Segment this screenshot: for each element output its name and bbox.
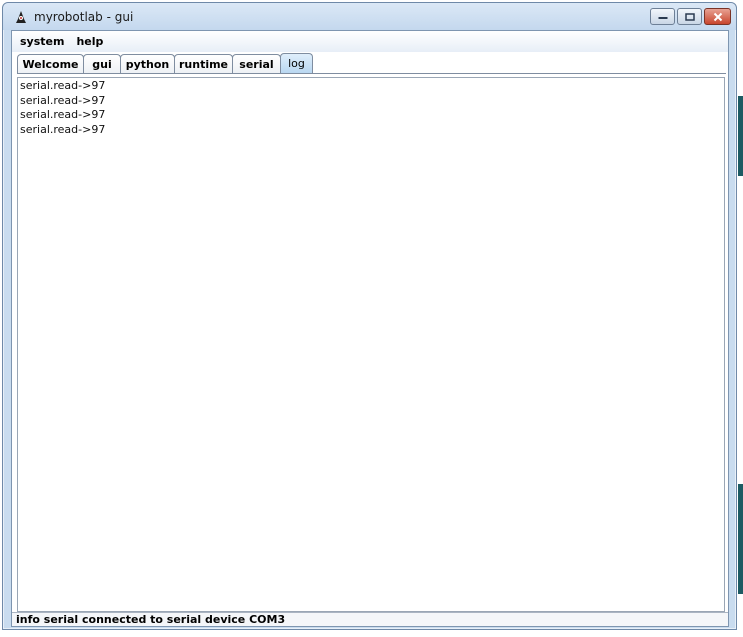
desktop-strip: [738, 484, 743, 594]
tab-python[interactable]: python: [120, 54, 175, 73]
minimize-icon: [658, 16, 667, 19]
app-window: myrobotlab - gui system help Welcome gui…: [2, 2, 737, 630]
tab-runtime[interactable]: runtime: [174, 54, 233, 73]
menu-system[interactable]: system: [20, 35, 64, 48]
menu-help[interactable]: help: [76, 35, 103, 48]
status-bar: info serial connected to serial device C…: [12, 612, 728, 626]
title-bar[interactable]: myrobotlab - gui: [3, 3, 736, 30]
minimize-button[interactable]: [650, 8, 675, 25]
tab-strip: Welcome gui python runtime serial log: [17, 53, 313, 74]
maximize-button[interactable]: [677, 8, 702, 25]
close-icon: [713, 12, 722, 21]
desktop-background: [0, 630, 743, 637]
tab-welcome[interactable]: Welcome: [17, 54, 84, 73]
maximize-icon: [684, 12, 695, 21]
log-line: serial.read->97: [20, 122, 106, 136]
window-title: myrobotlab - gui: [34, 10, 134, 24]
log-output[interactable]: serial.read->97 serial.read->97 serial.r…: [17, 77, 725, 612]
log-line: serial.read->97: [20, 108, 106, 121]
client-area: system help Welcome gui python runtime s…: [11, 30, 729, 627]
tab-divider: [17, 73, 726, 74]
desktop-strip: [738, 96, 743, 176]
log-line: serial.read->97: [20, 79, 106, 92]
close-button[interactable]: [704, 8, 731, 25]
log-line: serial.read->97: [20, 93, 106, 107]
window-controls: [650, 8, 731, 25]
tab-serial[interactable]: serial: [232, 54, 281, 73]
tab-log[interactable]: log: [280, 53, 313, 73]
menu-bar: system help: [12, 31, 728, 52]
tab-gui[interactable]: gui: [83, 54, 121, 73]
duke-icon: [15, 10, 27, 24]
